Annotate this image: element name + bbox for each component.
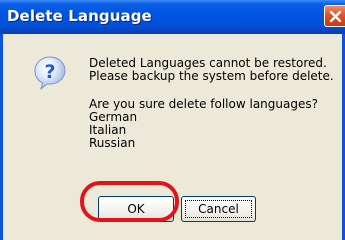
title-bar[interactable]: Delete Language [0, 0, 345, 34]
cancel-button[interactable]: Cancel [181, 196, 256, 222]
message-spacer [89, 83, 345, 98]
language-item: German [89, 110, 138, 124]
window-title: Delete Language [7, 7, 152, 25]
message-text: Deleted Languages cannot be restored. Pl… [89, 57, 345, 150]
close-icon [329, 10, 342, 23]
focus-rectangle [185, 200, 252, 218]
language-item: Russian [89, 136, 136, 150]
window-frame-left [0, 34, 3, 240]
close-button[interactable] [324, 5, 345, 27]
svg-text:?: ? [44, 61, 55, 83]
ok-button[interactable]: OK [98, 196, 174, 222]
message-line: Please backup the system before delete. [89, 69, 334, 83]
ok-button-label: OK [127, 202, 145, 216]
question-icon: ? [34, 56, 66, 90]
